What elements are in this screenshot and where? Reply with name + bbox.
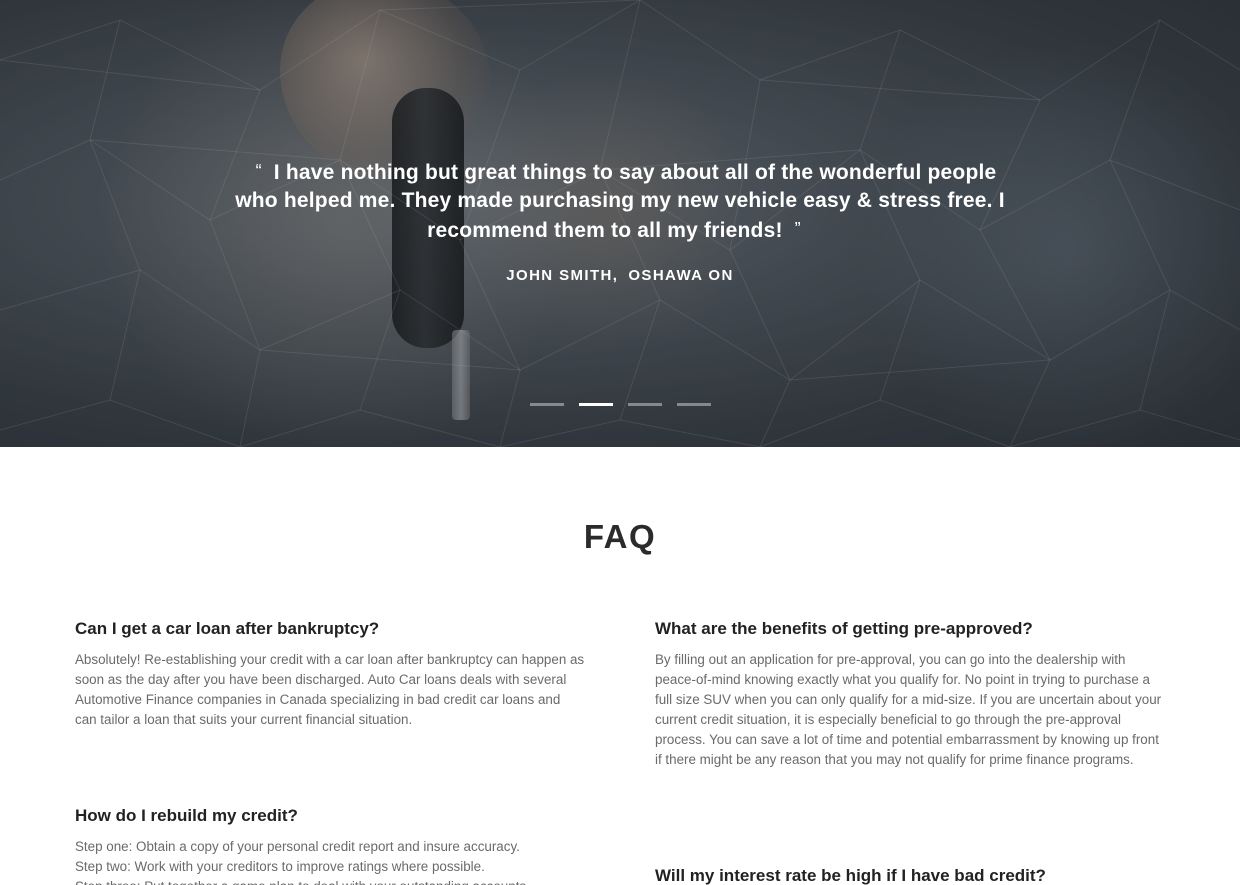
author-name: JOHN SMITH, xyxy=(506,267,619,284)
testimonial-hero: “I have nothing but great things to say … xyxy=(0,0,1240,447)
carousel-dot-2[interactable] xyxy=(579,403,613,406)
faq-item: What are the benefits of getting pre-app… xyxy=(655,618,1167,770)
faq-question: Can I get a car loan after bankruptcy? xyxy=(75,619,380,638)
author-location: OSHAWA ON xyxy=(628,267,734,284)
carousel-dot-3[interactable] xyxy=(628,403,662,406)
faq-item: Will my interest rate be high if I have … xyxy=(655,865,1165,885)
faq-question: What are the benefits of getting pre-app… xyxy=(655,619,1033,638)
carousel-dot-1[interactable] xyxy=(530,403,564,406)
carousel-dot-4[interactable] xyxy=(677,403,711,406)
faq-answer: By filling out an application for pre-ap… xyxy=(655,652,1162,767)
testimonial-slide: “I have nothing but great things to say … xyxy=(220,157,1020,284)
faq-answer-step: Step one: Obtain a copy of your personal… xyxy=(75,839,520,854)
testimonial-author: JOHN SMITH, OSHAWA ON xyxy=(220,267,1020,284)
quote-body: I have nothing but great things to say a… xyxy=(235,161,1005,242)
faq-question: How do I rebuild my credit? xyxy=(75,806,298,825)
testimonial-quote: “I have nothing but great things to say … xyxy=(220,157,1020,245)
faq-answer-step: Step three: Put together a game plan to … xyxy=(75,877,585,885)
faq-title: FAQ xyxy=(583,518,657,555)
carousel-pagination xyxy=(530,403,711,406)
faq-item: Can I get a car loan after bankruptcy? A… xyxy=(75,618,585,730)
faq-item: How do I rebuild my credit? Step one: Ob… xyxy=(75,805,585,885)
faq-question: Will my interest rate be high if I have … xyxy=(655,866,1046,885)
faq-answer-step: Step two: Work with your creditors to im… xyxy=(75,859,485,874)
open-quote-mark: “ xyxy=(255,161,262,181)
faq-answer: Absolutely! Re-establishing your credit … xyxy=(75,652,585,727)
faq-answer: Step one: Obtain a copy of your personal… xyxy=(75,837,585,885)
close-quote-mark: ” xyxy=(794,219,801,239)
